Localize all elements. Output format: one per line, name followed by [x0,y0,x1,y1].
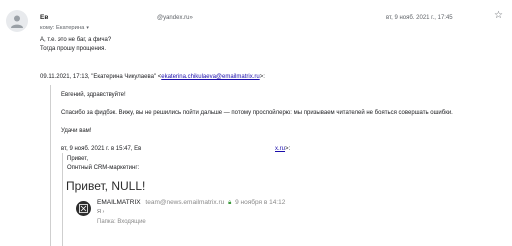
embedded-sender-address: team@news.emailmatrix.ru [145,199,225,206]
nested-text: Опнтный CRM-маркетинг: [67,165,140,171]
quote-sender-email-link[interactable]: ekaterina.chikulaeva@emailmatrix.ru [161,74,259,80]
emailmatrix-logo-icon [76,201,91,216]
lock-icon: 🔒︎ [228,200,232,206]
email-view: Ев @yandex.ru» вт, 9 нояб. 2021 г., 17:4… [0,0,512,246]
embedded-sender-line: EMAILMATRIX team@news.emailmatrix.ru 🔒︎ … [97,199,285,207]
quote-body: Спасибо за фидбэк. Вижу, вы не решились … [61,110,453,116]
nested-quote-date: вт, 9 нояб. 2021 г. в 15:47, Ев [61,146,142,152]
quote-header: 09.11.2021, 17:13, "Екатерина Чикулаева"… [40,74,265,80]
message-line: Тогда прошу прощения. [40,46,107,52]
embedded-recipient-label: Я [97,209,101,215]
message-date: вт, 9 нояб. 2021 г., 17:45 [386,15,453,21]
nested-quote-header: вт, 9 нояб. 2021 г. в 15:47, Ев x.ru>: [61,146,290,152]
embedded-time: 9 ноября в 14:12 [235,199,286,206]
recipients-label: кому: Екатерина [40,25,85,31]
message-line: А, т.е. это не баг, а фича? [40,37,112,43]
embedded-recipient[interactable]: Я › [97,209,104,215]
embedded-folder: Папка: Входящие [97,219,146,225]
person-icon [11,15,23,28]
nested-greeting: Привет, [67,156,89,162]
nested-quote-link[interactable]: x.ru [275,146,285,152]
embedded-sender-name: EMAILMATRIX [97,199,141,206]
sender-email: @yandex.ru» [157,15,193,21]
quote-greeting: Евгений, здравствуйте! [61,92,126,98]
quote-signoff: Удачи вам! [61,128,92,134]
embedded-email-heading: Привет, NULL! [66,179,146,193]
star-icon[interactable]: ☆ [494,11,503,21]
chevron-down-icon: › [102,209,105,215]
recipients-toggle[interactable]: кому: Екатерина ▾ [40,25,89,31]
quote-header-prefix: 09.11.2021, 17:13, "Екатерина Чикулаева"… [40,74,162,80]
quote-header-suffix: >: [259,74,265,80]
sender-avatar[interactable] [6,10,28,32]
sender-name: Ев [40,14,49,21]
chevron-down-icon: ▾ [86,25,89,31]
nested-quote-suffix: >: [285,146,291,152]
